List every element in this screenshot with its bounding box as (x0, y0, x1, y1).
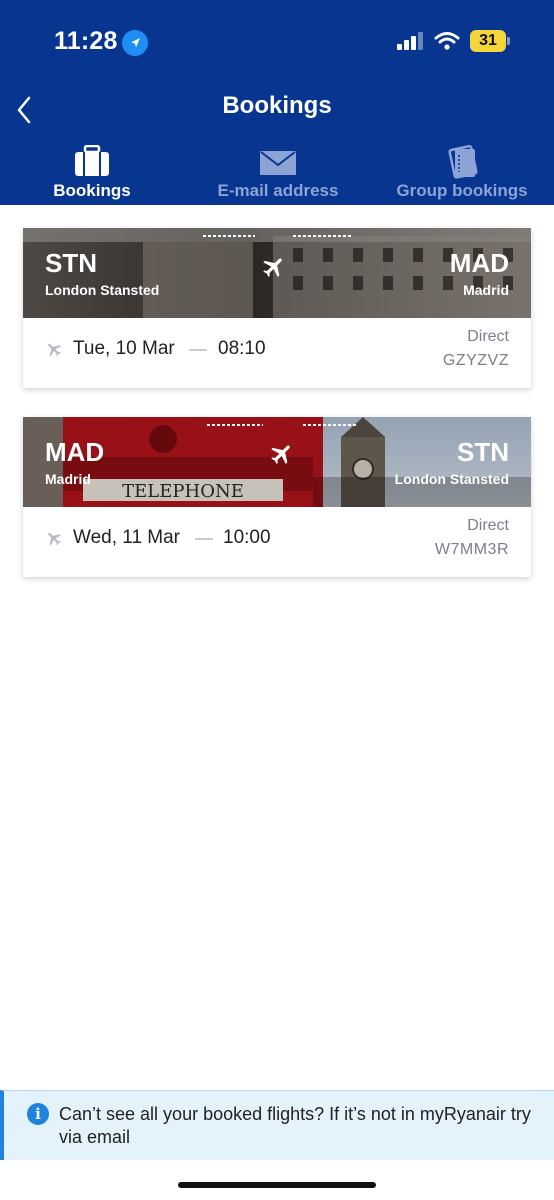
suitcase-icon (74, 144, 110, 182)
home-indicator[interactable] (178, 1182, 376, 1188)
booking-card[interactable]: STN London Stansted MAD Madrid Tue, 10 M… (23, 228, 531, 388)
destination-banner: TELEPHONE MAD Madrid STN London Stansted (23, 417, 531, 507)
flight-date: Wed, 11 Mar (73, 527, 181, 548)
departure-time: 10:00 (223, 527, 271, 548)
tab-group-label: Group bookings (396, 181, 528, 200)
destination-code: MAD (449, 248, 509, 278)
booking-card[interactable]: TELEPHONE MAD Madrid STN London Stansted… (23, 417, 531, 577)
route-line (203, 235, 353, 237)
page-title: Bookings (222, 92, 332, 119)
destination-banner: STN London Stansted MAD Madrid (23, 228, 531, 318)
destination-code: STN (457, 437, 509, 467)
origin-city: Madrid (45, 471, 91, 487)
origin-code: MAD (45, 437, 105, 467)
airplane-icon (48, 532, 61, 546)
route-line (207, 424, 357, 426)
envelope-icon (260, 151, 296, 180)
tickets-icon (444, 144, 480, 184)
departure-time: 08:10 (218, 338, 266, 359)
origin-city: London Stansted (45, 282, 160, 298)
airplane-icon (48, 343, 61, 357)
booking-reference: GZYZVZ (442, 352, 509, 369)
tab-email-address[interactable]: E-mail address (200, 145, 356, 205)
airplane-icon (263, 258, 282, 277)
battery-tip (507, 37, 510, 45)
location-arrow-icon (122, 30, 148, 56)
cellular-signal-icon (397, 32, 425, 50)
flight-date: Tue, 10 Mar (73, 338, 175, 359)
tab-bookings[interactable]: Bookings (42, 144, 142, 205)
app-header: 11:28 31 Bookings Bookings E-mail addres… (0, 0, 554, 205)
flight-type: Direct (467, 517, 509, 534)
status-bar: 11:28 31 (0, 0, 554, 84)
destination-city: London Stansted (394, 471, 509, 487)
info-banner-text: Can’t see all your booked flights? If it… (59, 1104, 531, 1147)
destination-city: Madrid (463, 282, 509, 298)
wifi-icon (434, 31, 460, 51)
flight-details: Wed, 11 Mar 10:00 Direct W7MM3R (23, 507, 531, 577)
airplane-icon (271, 445, 290, 464)
tab-email-label: E-mail address (217, 181, 339, 200)
info-icon: i (27, 1103, 49, 1125)
flight-type: Direct (467, 328, 509, 345)
tab-group-bookings[interactable]: Group bookings (386, 144, 538, 205)
flight-details: Tue, 10 Mar 08:10 Direct GZYZVZ (23, 318, 531, 388)
battery-icon: 31 (470, 30, 506, 52)
info-banner[interactable]: i Can’t see all your booked flights? If … (0, 1090, 554, 1160)
separator-dash (195, 538, 213, 540)
separator-dash (189, 349, 207, 351)
origin-code: STN (45, 248, 97, 278)
booking-reference: W7MM3R (434, 541, 509, 558)
tab-bookings-label: Bookings (53, 181, 131, 200)
status-time: 11:28 (54, 27, 118, 55)
